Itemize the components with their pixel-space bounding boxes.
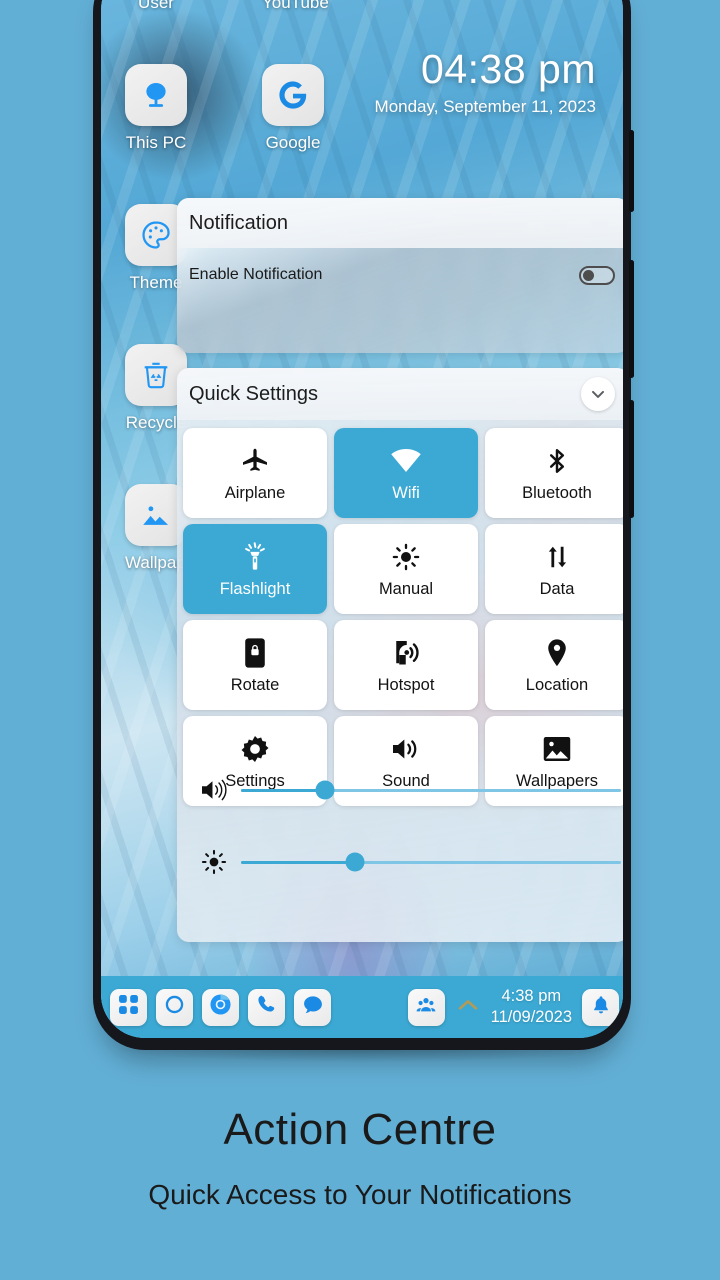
quick-tile-flashlight[interactable]: Flashlight: [183, 524, 327, 614]
caption-subtitle: Quick Access to Your Notifications: [148, 1179, 572, 1210]
brightness-icon: [187, 849, 241, 875]
quick-tile-location[interactable]: Location: [485, 620, 623, 710]
cortana-button[interactable]: [156, 988, 193, 1026]
google-icon: [262, 64, 324, 126]
brightness-slider-knob[interactable]: [345, 852, 365, 872]
quick-settings-title: Quick Settings: [189, 382, 318, 405]
quick-tile-label: Hotspot: [377, 675, 435, 694]
start-squares-icon: [118, 994, 139, 1020]
quick-tile-data[interactable]: Data: [485, 524, 623, 614]
phone-side-button-2: [629, 260, 634, 378]
flashlight-icon: [241, 540, 269, 574]
brightness-icon: [392, 540, 420, 574]
notification-header: Notification: [177, 198, 623, 248]
quick-tile-hotspot[interactable]: Hotspot: [334, 620, 478, 710]
phone-side-button-1: [629, 130, 634, 212]
brightness-slider-track[interactable]: [241, 852, 621, 872]
tray-expand-button[interactable]: [455, 994, 481, 1020]
chrome-icon: [209, 993, 232, 1021]
speaker-icon: [390, 732, 422, 766]
taskbar-right-group: 4:38 pm 11/09/2023: [407, 986, 623, 1027]
quick-tile-label: Bluetooth: [522, 483, 592, 502]
clock-date: Monday, September 11, 2023: [374, 97, 596, 116]
quick-tile-label: Rotate: [230, 675, 280, 694]
quick-tile-manual[interactable]: Manual: [334, 524, 478, 614]
quick-tile-bluetooth[interactable]: Bluetooth: [485, 428, 623, 518]
notification-bell-button[interactable]: [582, 988, 619, 1026]
quick-tile-label: Data: [539, 579, 575, 598]
quick-tile-label: Location: [525, 675, 589, 694]
quick-tile-label: Wifi: [392, 483, 420, 502]
desktop-icon-youtube[interactable]: YouTube: [262, 0, 329, 13]
phone-screen: User YouTube This PC Google Theme Recycl…: [101, 0, 623, 1038]
quick-tile-rotate[interactable]: Rotate: [183, 620, 327, 710]
quick-tile-label: Flashlight: [219, 579, 291, 598]
desktop-icon-google[interactable]: Google: [262, 64, 324, 153]
message-bubble-icon: [302, 994, 324, 1021]
people-button[interactable]: [407, 988, 445, 1026]
location-pin-icon: [545, 636, 569, 670]
phone-button[interactable]: [248, 988, 285, 1026]
enable-notification-row[interactable]: Enable Notification: [177, 248, 623, 302]
data-arrows-icon: [543, 540, 571, 574]
this-pc-icon: [125, 64, 187, 126]
gear-icon: [240, 732, 270, 766]
chrome-button[interactable]: [202, 988, 239, 1026]
people-icon: [416, 995, 436, 1020]
volume-slider-row[interactable]: [177, 764, 623, 816]
clock-time: 04:38 pm: [421, 46, 596, 92]
quick-tile-airplane[interactable]: Airplane: [183, 428, 327, 518]
image-icon: [542, 732, 572, 766]
caption-block: Action Centre Quick Access to Your Notif…: [0, 1105, 720, 1211]
page-root: User YouTube This PC Google Theme Recycl…: [0, 0, 720, 1280]
taskbar-clock[interactable]: 4:38 pm 11/09/2023: [491, 986, 572, 1027]
notification-title: Notification: [189, 211, 288, 234]
home-clock-widget: 04:38 pm Monday, September 11, 2023: [346, 46, 596, 117]
wifi-icon: [389, 444, 423, 478]
quick-settings-card: Quick Settings Airplane Wifi Bluetooth F…: [177, 368, 623, 942]
quick-tile-label: Airplane: [224, 483, 286, 502]
notification-shade: Notification Enable Notification Quick S…: [177, 198, 623, 942]
taskbar-left-group: [101, 988, 331, 1026]
desktop-icon-label: Google: [265, 133, 321, 152]
notification-card: Notification Enable Notification: [177, 198, 623, 353]
hotspot-icon: [391, 636, 421, 670]
desktop-icon-label: YouTube: [262, 0, 329, 12]
desktop-icon-label: User: [138, 0, 174, 12]
quick-settings-header: Quick Settings: [177, 368, 623, 420]
quick-settings-grid: Airplane Wifi Bluetooth Flashlight Manua…: [177, 428, 623, 806]
phone-side-button-3: [629, 400, 634, 518]
volume-slider-knob[interactable]: [315, 780, 335, 800]
taskbar-clock-date: 11/09/2023: [490, 1008, 572, 1026]
bluetooth-icon: [543, 444, 571, 478]
bell-icon: [591, 995, 611, 1020]
desktop-icon-user[interactable]: User: [125, 0, 187, 13]
airplane-icon: [240, 444, 270, 478]
circle-icon: [164, 994, 185, 1020]
enable-notification-toggle[interactable]: [579, 265, 615, 285]
volume-icon: [187, 778, 241, 802]
chevron-down-icon[interactable]: [581, 377, 615, 411]
toggle-knob: [583, 269, 594, 281]
chevron-up-icon: [457, 997, 479, 1018]
messages-button[interactable]: [294, 988, 331, 1026]
caption-title: Action Centre: [223, 1105, 497, 1154]
phone-icon: [256, 994, 277, 1020]
desktop-icon-this-pc[interactable]: This PC: [125, 64, 187, 153]
desktop-icon-label: This PC: [125, 133, 187, 152]
taskbar: 4:38 pm 11/09/2023: [101, 976, 623, 1038]
enable-notification-label: Enable Notification: [189, 266, 323, 283]
rotate-lock-icon: [244, 636, 266, 670]
quick-tile-label: Manual: [378, 579, 434, 598]
volume-slider-track[interactable]: [241, 780, 621, 800]
start-button[interactable]: [110, 988, 147, 1026]
brightness-slider-row[interactable]: [177, 836, 623, 888]
quick-tile-wifi[interactable]: Wifi: [334, 428, 478, 518]
taskbar-clock-time: 4:38 pm: [501, 987, 562, 1006]
